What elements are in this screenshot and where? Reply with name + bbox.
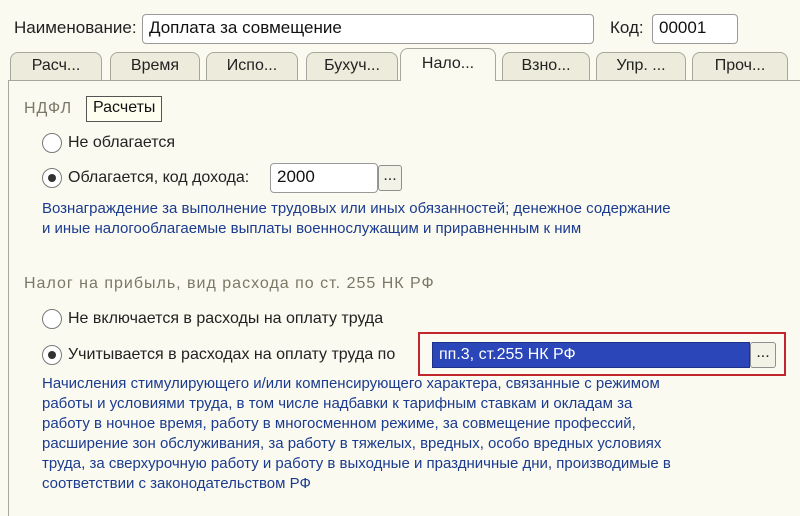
profit-tax-group-title: Налог на прибыль, вид расхода по ст. 255… — [24, 275, 435, 292]
tab-accounting[interactable]: Бухуч... — [306, 52, 398, 80]
profit-description-line-4: расширение зон обслуживания, за работу в… — [42, 435, 662, 452]
expense-type-select-button[interactable]: ... — [750, 342, 776, 368]
tab-bar: Расч... Время Испо... Бухуч... Нало... В… — [10, 48, 800, 81]
tab-taxes[interactable]: Нало... — [400, 48, 496, 81]
profit-description-line-2: работы и условиями труда, в том числе на… — [42, 395, 633, 412]
ndfl-description-line-2: и иные налогооблагаемые выплаты военносл… — [42, 220, 582, 237]
tab-other[interactable]: Проч... — [692, 52, 788, 80]
code-input[interactable]: 00001 — [652, 14, 738, 44]
income-code-select-button[interactable]: ... — [378, 165, 402, 191]
tab-usage[interactable]: Испо... — [206, 52, 298, 80]
tab-contributions[interactable]: Взно... — [502, 52, 590, 80]
ndfl-taxed-radio[interactable] — [42, 168, 62, 188]
profit-included-label: Учитывается в расходах на оплату труда п… — [68, 346, 396, 363]
name-label: Наименование: — [14, 18, 137, 37]
tab-time[interactable]: Время — [110, 52, 200, 80]
ndfl-not-taxed-label: Не облагается — [68, 134, 176, 151]
tab-calculations[interactable]: Расч... — [10, 52, 102, 80]
profit-description-line-6: соответствии с законодательством РФ — [42, 475, 311, 492]
profit-description-line-3: работу в ночное время, работу в многосме… — [42, 415, 636, 432]
name-input[interactable]: Доплата за совмещение — [142, 14, 594, 44]
tooltip: Расчеты — [86, 96, 163, 122]
profit-included-radio[interactable] — [42, 345, 62, 365]
code-label: Код: — [610, 18, 644, 37]
tab-management[interactable]: Упр. ... — [596, 52, 686, 80]
income-code-input[interactable]: 2000 — [270, 163, 378, 193]
ndfl-taxed-label: Облагается, код дохода: — [68, 169, 250, 186]
expense-type-input[interactable]: пп.3, ст.255 НК РФ — [432, 342, 750, 368]
profit-not-included-label: Не включается в расходы на оплату труда — [68, 310, 384, 327]
profit-description-line-1: Начисления стимулирующего и/или компенси… — [42, 375, 660, 392]
profit-description-line-5: труда, за сверхурочную работу и работу в… — [42, 455, 671, 472]
ndfl-group-title: НДФЛ — [24, 100, 73, 117]
ndfl-description-line-1: Вознаграждение за выполнение трудовых ил… — [42, 200, 671, 217]
profit-not-included-radio[interactable] — [42, 309, 62, 329]
ndfl-not-taxed-radio[interactable] — [42, 133, 62, 153]
